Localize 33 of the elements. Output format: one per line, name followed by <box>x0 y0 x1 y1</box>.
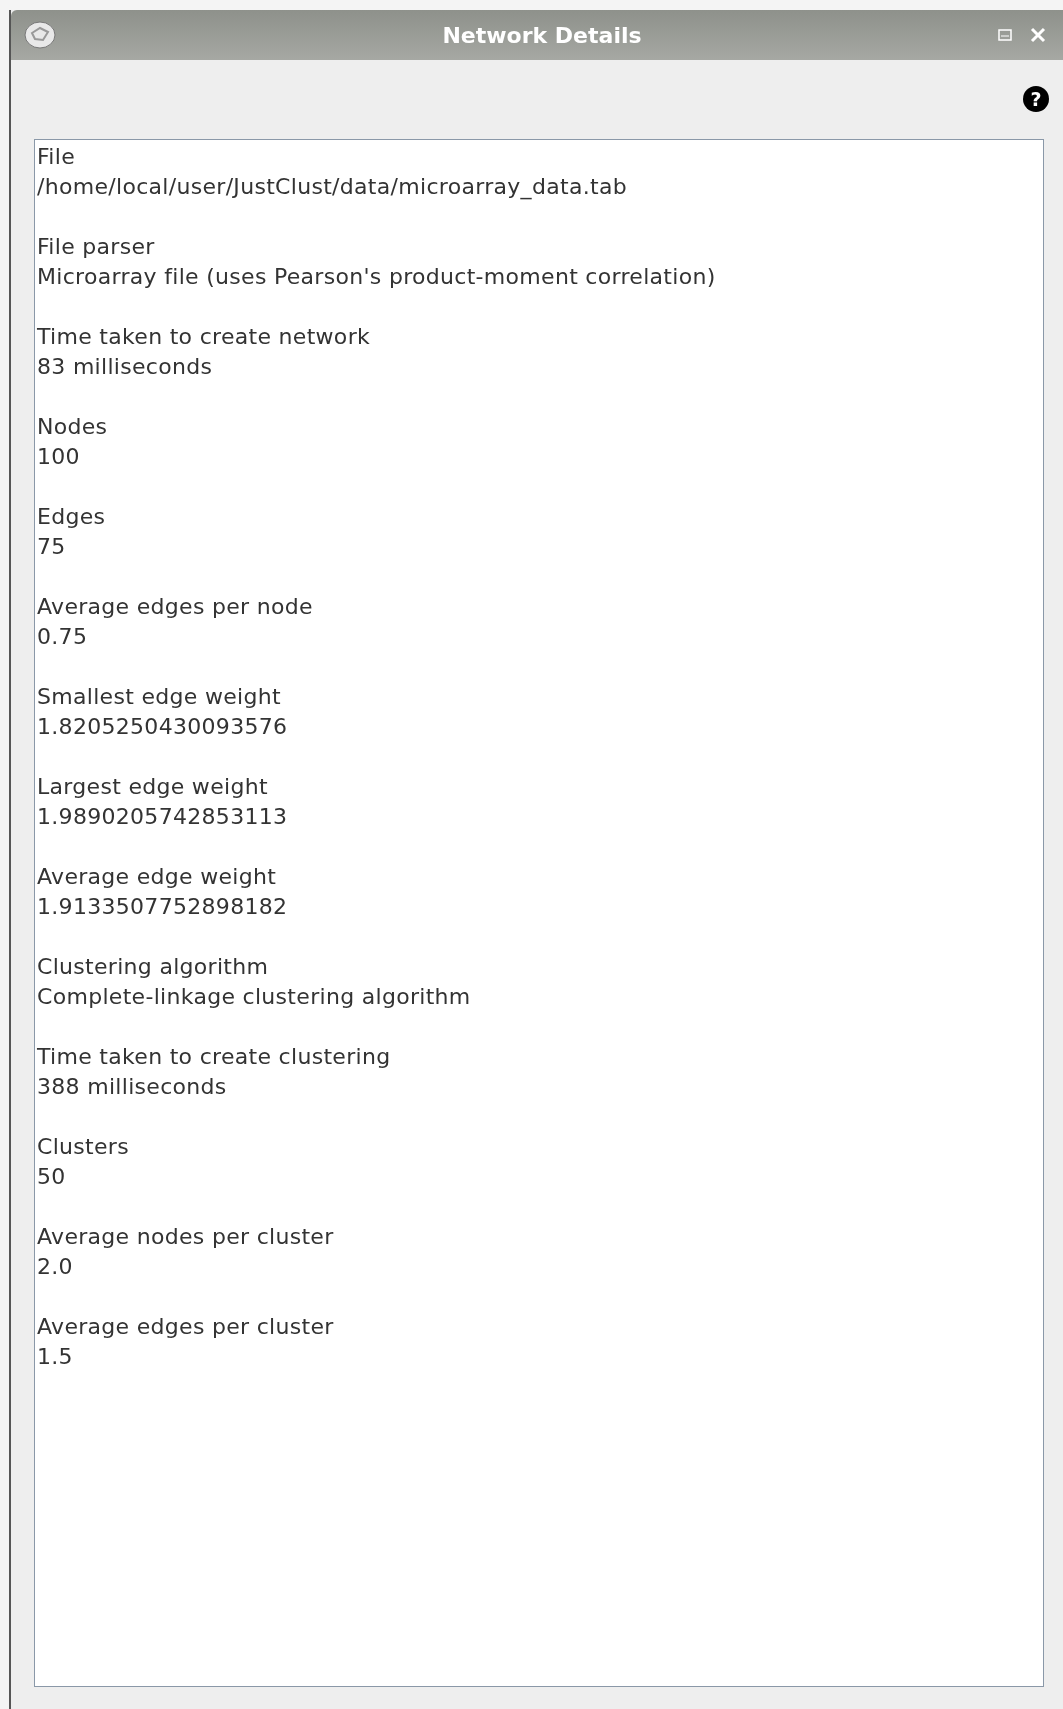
detail-value: Microarray file (uses Pearson's product-moment correlation) <box>37 263 716 291</box>
app-logo-icon <box>23 19 57 51</box>
window-title: Network Details <box>442 21 642 50</box>
detail-value: 1.9133507752898182 <box>37 893 288 921</box>
detail-label: Average edges per cluster <box>37 1313 334 1341</box>
detail-label: Edges <box>37 503 106 531</box>
detail-label: Clustering algorithm <box>37 953 269 981</box>
detail-value: /home/local/user/JustClust/data/microarray_data.tab <box>37 173 627 202</box>
detail-label: File parser <box>37 233 155 261</box>
detail-value: 1.9890205742853113 <box>37 803 288 831</box>
detail-label: File <box>37 143 75 171</box>
detail-value: 100 <box>37 443 80 471</box>
detail-label: Smallest edge weight <box>37 683 281 711</box>
help-button[interactable]: ? <box>1023 86 1049 112</box>
detail-value: Complete-linkage clustering algorithm <box>37 983 471 1011</box>
detail-label: Time taken to create network <box>37 323 371 351</box>
detail-value: 50 <box>37 1163 66 1191</box>
detail-value: 83 milliseconds <box>37 353 213 381</box>
detail-label: Nodes <box>37 413 108 441</box>
close-icon[interactable] <box>1029 26 1047 44</box>
detail-label: Clusters <box>37 1133 129 1161</box>
detail-value: 1.8205250430093576 <box>37 713 288 741</box>
detail-label: Largest edge weight <box>37 773 268 801</box>
detail-value: 388 milliseconds <box>37 1073 227 1101</box>
detail-value: 1.5 <box>37 1343 73 1371</box>
detail-value: 75 <box>37 533 66 561</box>
detail-label: Average edges per node <box>37 593 313 621</box>
detail-label: Average edge weight <box>37 863 277 891</box>
detail-label: Average nodes per cluster <box>37 1223 334 1251</box>
detail-label: Time taken to create clustering <box>37 1043 391 1071</box>
detail-value: 0.75 <box>37 623 88 651</box>
detail-value: 2.0 <box>37 1253 73 1281</box>
maximize-icon[interactable] <box>997 27 1013 43</box>
